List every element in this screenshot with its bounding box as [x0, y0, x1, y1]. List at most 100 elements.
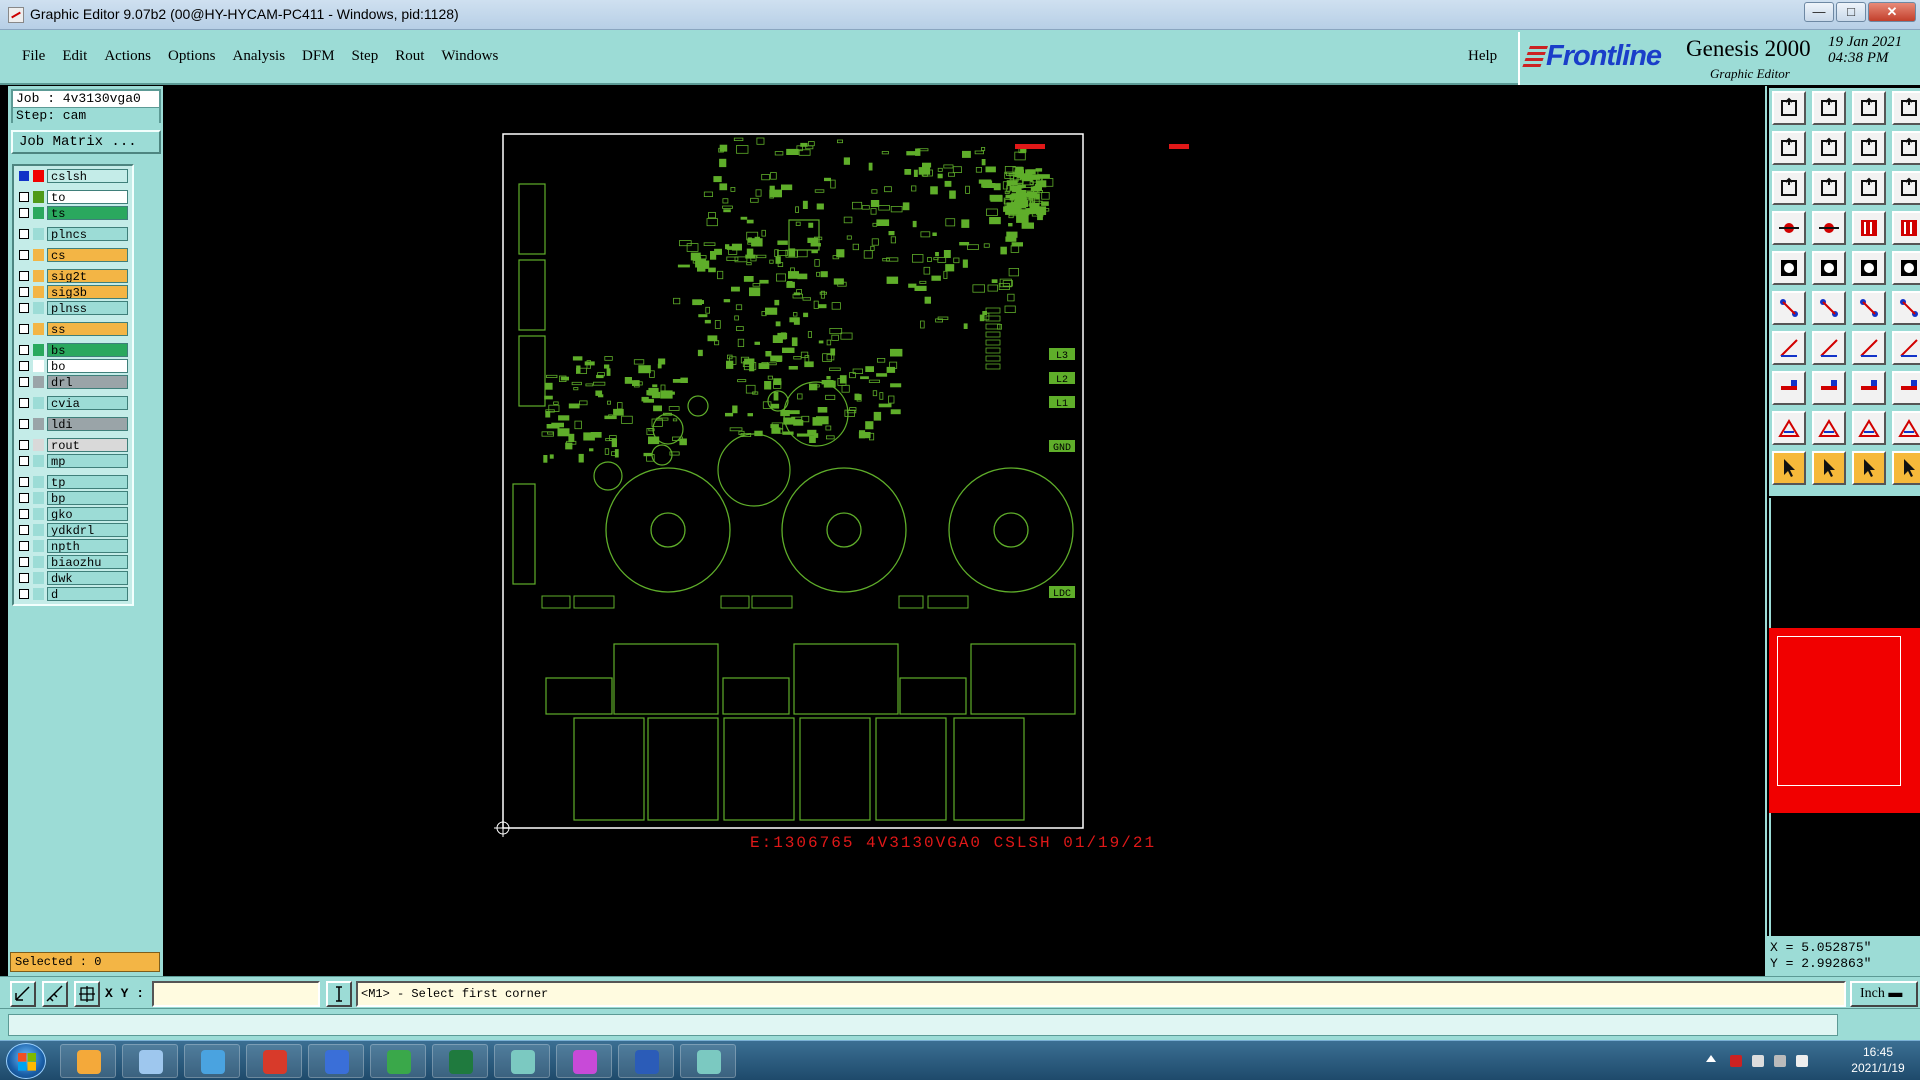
layer-name[interactable]: bo	[47, 359, 128, 373]
layer-color-swatch[interactable]	[33, 376, 44, 388]
close-button[interactable]: ✕	[1868, 2, 1916, 22]
layer-color-swatch[interactable]	[33, 540, 44, 552]
layer-color-swatch[interactable]	[33, 439, 44, 451]
arc-tool-button[interactable]	[1852, 331, 1886, 365]
select-pad-tool-button[interactable]	[1772, 251, 1806, 285]
snap-tool-tool-button[interactable]	[1772, 211, 1806, 245]
taskbar-app-red[interactable]	[246, 1044, 302, 1078]
overview-view-window[interactable]	[1777, 636, 1901, 786]
layer-checkbox[interactable]	[19, 208, 29, 218]
layer-row-npth[interactable]: npth	[14, 539, 132, 553]
layer-row-drl[interactable]: drl	[14, 375, 132, 389]
layer-name[interactable]: ss	[47, 322, 128, 336]
cross-tool-button[interactable]	[1812, 291, 1846, 325]
taskbar-excel[interactable]	[432, 1044, 488, 1078]
pointer-edit-tool-button[interactable]	[1852, 451, 1886, 485]
layer-name[interactable]: biaozhu	[47, 555, 128, 569]
layer-checkbox[interactable]	[19, 509, 29, 519]
tray-expand-icon[interactable]	[1706, 1055, 1716, 1062]
layer-name[interactable]: ydkdrl	[47, 523, 128, 537]
layer-checkbox[interactable]	[19, 229, 29, 239]
layer-name[interactable]: rout	[47, 438, 128, 452]
taskbar-word[interactable]	[618, 1044, 674, 1078]
overview-map[interactable]	[1769, 628, 1920, 813]
layer-row-ts[interactable]: ts	[14, 206, 132, 220]
layer-name[interactable]: bs	[47, 343, 128, 357]
minimize-button[interactable]: —	[1804, 2, 1834, 22]
taskbar-genesis[interactable]	[556, 1044, 612, 1078]
volume-icon[interactable]	[1796, 1055, 1808, 1067]
measure-button[interactable]	[42, 981, 68, 1007]
scale-tool-button[interactable]	[1852, 171, 1886, 205]
xy-input[interactable]	[152, 981, 320, 1007]
graphic-canvas[interactable]: L3 L2 L1 GND LDC E:1306765 4V3130VGA0 CSLSH 0…	[163, 86, 1765, 976]
layer-name[interactable]: drl	[47, 375, 128, 389]
layer-color-swatch[interactable]	[33, 455, 44, 467]
layer-row-plnss[interactable]: plnss	[14, 301, 132, 315]
open-step-tool-button[interactable]	[1772, 91, 1806, 125]
grid-button[interactable]	[74, 981, 100, 1007]
layer-row-d[interactable]: d	[14, 587, 132, 601]
save-tool-button[interactable]	[1812, 91, 1846, 125]
layer-color-swatch[interactable]	[33, 191, 44, 203]
layer-row-gko[interactable]: gko	[14, 507, 132, 521]
job-matrix-button[interactable]: Job Matrix ...	[11, 130, 161, 154]
layer-color-swatch[interactable]	[33, 556, 44, 568]
line-tool-button[interactable]	[1812, 371, 1846, 405]
layer-row-sig3b[interactable]: sig3b	[14, 285, 132, 299]
zoom-fit-tool-button[interactable]	[1772, 171, 1806, 205]
units-selector[interactable]: Inch ▬	[1850, 981, 1918, 1007]
layer-color-swatch[interactable]	[33, 302, 44, 314]
layer-color-swatch[interactable]	[33, 170, 44, 182]
menu-dfm[interactable]: DFM	[302, 48, 335, 65]
angle-tool-button[interactable]	[1772, 331, 1806, 365]
layer-checkbox[interactable]	[19, 171, 29, 181]
layer-color-swatch[interactable]	[33, 360, 44, 372]
layer-color-swatch[interactable]	[33, 524, 44, 536]
layer-checkbox[interactable]	[19, 456, 29, 466]
taskbar-shell[interactable]	[60, 1044, 116, 1078]
layer-checkbox[interactable]	[19, 398, 29, 408]
layer-row-ldi[interactable]: ldi	[14, 417, 132, 431]
layer-checkbox[interactable]	[19, 287, 29, 297]
taskbar-disk[interactable]	[308, 1044, 364, 1078]
split-tool-button[interactable]	[1852, 131, 1886, 165]
line-pattern-tool-button[interactable]	[1852, 251, 1886, 285]
layer-color-swatch[interactable]	[33, 508, 44, 520]
snap-button[interactable]	[10, 981, 36, 1007]
layer-checkbox[interactable]	[19, 525, 29, 535]
layer-checkbox[interactable]	[19, 192, 29, 202]
pcb-drawing[interactable]: L3 L2 L1 GND LDC E:1306765 4V3130VGA0 CSLSH 0…	[163, 86, 1765, 976]
pointer-tool-button[interactable]	[1772, 451, 1806, 485]
split-line-tool-button[interactable]	[1892, 331, 1920, 365]
layer-checkbox[interactable]	[19, 271, 29, 281]
layer-row-ydkdrl[interactable]: ydkdrl	[14, 523, 132, 537]
pointer-select-tool-button[interactable]	[1812, 451, 1846, 485]
route-tool-button[interactable]	[1892, 291, 1920, 325]
layer-row-bo[interactable]: bo	[14, 359, 132, 373]
start-button[interactable]	[6, 1043, 46, 1079]
layer-checkbox[interactable]	[19, 589, 29, 599]
layer-row-dwk[interactable]: dwk	[14, 571, 132, 585]
feature-in-tool-button[interactable]	[1772, 131, 1806, 165]
taskbar-eye[interactable]	[494, 1044, 550, 1078]
maximize-button[interactable]: □	[1836, 2, 1866, 22]
layer-name[interactable]: mp	[47, 454, 128, 468]
panel-tool-button[interactable]	[1892, 131, 1920, 165]
layer-row-tp[interactable]: tp	[14, 475, 132, 489]
menu-analysis[interactable]: Analysis	[233, 48, 286, 65]
layer-checkbox[interactable]	[19, 303, 29, 313]
home-tool-button[interactable]	[1852, 91, 1886, 125]
taskbar-messenger[interactable]	[184, 1044, 240, 1078]
layer-name[interactable]: cvia	[47, 396, 128, 410]
layer-checkbox[interactable]	[19, 440, 29, 450]
layer-row-ss[interactable]: ss	[14, 322, 132, 336]
circle-tool-button[interactable]	[1892, 251, 1920, 285]
layer-checkbox[interactable]	[19, 493, 29, 503]
layer-checkbox[interactable]	[19, 250, 29, 260]
layer-color-swatch[interactable]	[33, 323, 44, 335]
layer-name[interactable]: npth	[47, 539, 128, 553]
layer-checkbox[interactable]	[19, 573, 29, 583]
diagonal-tool-button[interactable]	[1812, 331, 1846, 365]
taskbar-eye2[interactable]	[680, 1044, 736, 1078]
